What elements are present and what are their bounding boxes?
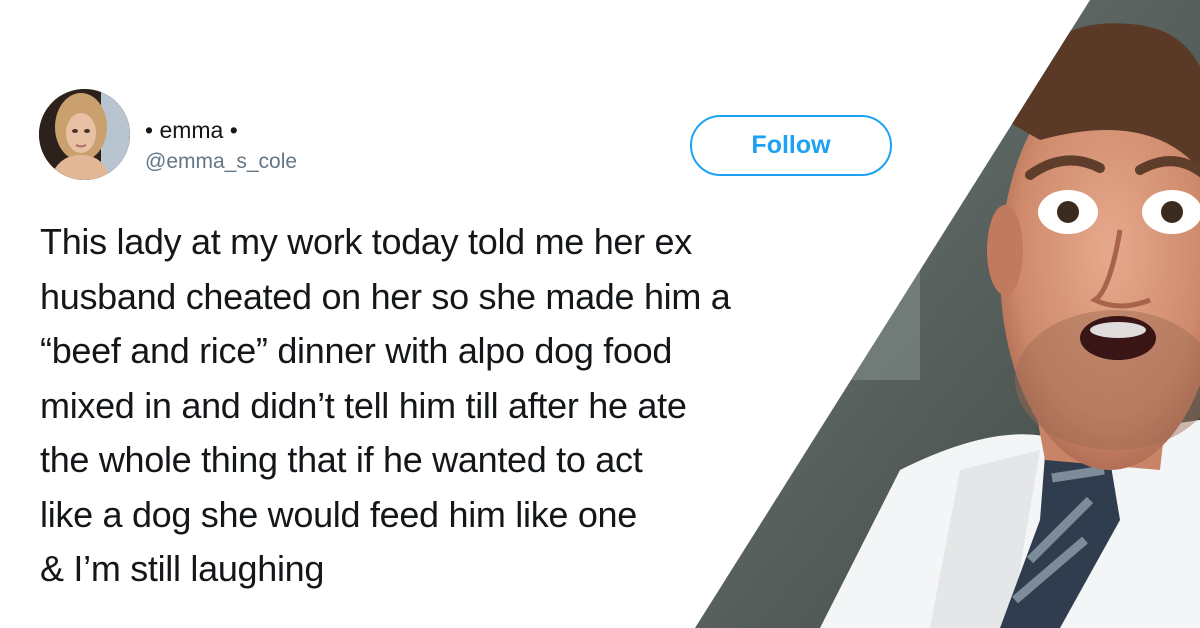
tweet-text: This lady at my work today told me her e…: [40, 215, 840, 597]
tweet-text-line: This lady at my work today told me her e…: [40, 221, 692, 262]
avatar[interactable]: [39, 89, 130, 180]
display-name[interactable]: • emma •: [145, 117, 238, 144]
follow-button[interactable]: Follow: [690, 115, 892, 176]
avatar-photo: [39, 89, 130, 180]
tweet-text-line: husband cheated on her so she made him a: [40, 275, 731, 317]
tweet-text-line: mixed in and didn’t tell him till after …: [40, 384, 687, 426]
tweet-text-line: like a dog she would feed him like one: [40, 493, 637, 535]
user-handle[interactable]: @emma_s_cole: [145, 150, 297, 174]
tweet-text-line: & I’m still laughing: [40, 548, 325, 589]
tweet-card: • emma • @emma_s_cole Follow This lady a…: [0, 0, 1200, 628]
tweet-text-line: “beef and rice” dinner with alpo dog foo…: [40, 330, 673, 371]
tweet-text-line: the whole thing that if he wanted to act: [40, 439, 643, 480]
